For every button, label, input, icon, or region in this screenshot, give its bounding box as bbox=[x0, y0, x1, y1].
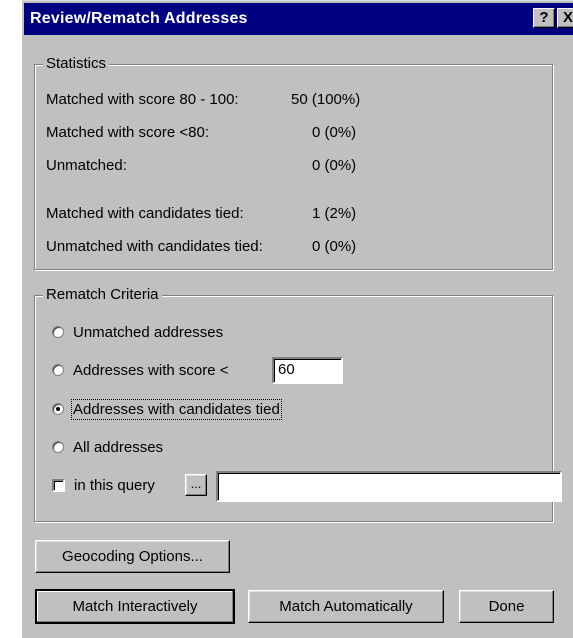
radio-label: All addresses bbox=[73, 438, 164, 456]
stat-value: 0 (0%) bbox=[312, 124, 357, 141]
criteria-legend: Rematch Criteria bbox=[43, 286, 162, 304]
radio-unmatched-addresses[interactable]: Unmatched addresses bbox=[52, 322, 223, 342]
stat-value: 1 (2%) bbox=[312, 205, 357, 222]
match-interactively-label: Match Interactively bbox=[72, 598, 198, 615]
query-browse-button[interactable]: ... bbox=[185, 474, 207, 496]
help-icon[interactable]: ? bbox=[533, 8, 555, 28]
stat-label: Unmatched: bbox=[46, 157, 127, 174]
close-icon[interactable]: X bbox=[557, 8, 573, 28]
radio-label: Addresses with score < bbox=[73, 361, 229, 379]
dialog-title: Review/Rematch Addresses bbox=[30, 10, 248, 27]
stat-label: Unmatched with candidates tied: bbox=[46, 238, 263, 255]
rematch-criteria-group: Rematch Criteria Unmatched addresses Add… bbox=[34, 286, 562, 522]
stat-value: 50 (100%) bbox=[291, 91, 361, 108]
done-button[interactable]: Done bbox=[459, 590, 554, 623]
radio-addresses-with-score[interactable]: Addresses with score < bbox=[52, 360, 229, 380]
query-input[interactable] bbox=[216, 471, 562, 502]
stat-label: Matched with candidates tied: bbox=[46, 205, 244, 222]
query-browse-label: ... bbox=[190, 476, 202, 491]
geocoding-options-button[interactable]: Geocoding Options... bbox=[35, 540, 230, 573]
radio-label: Addresses with candidates tied bbox=[71, 398, 282, 420]
match-interactively-button[interactable]: Match Interactively bbox=[35, 589, 235, 624]
review-rematch-dialog: Review/Rematch Addresses ? X Statistics … bbox=[20, 0, 573, 638]
radio-label: Unmatched addresses bbox=[73, 323, 224, 341]
stat-value: 0 (0%) bbox=[312, 238, 357, 255]
query-checkbox[interactable] bbox=[52, 478, 65, 492]
stat-value: 0 (0%) bbox=[312, 157, 357, 174]
radio-button[interactable] bbox=[52, 441, 64, 453]
query-checkbox-label: in this query bbox=[74, 476, 155, 494]
match-automatically-label: Match Automatically bbox=[279, 598, 413, 615]
stat-label: Matched with score 80 - 100: bbox=[46, 91, 239, 108]
statistics-legend: Statistics bbox=[43, 55, 110, 73]
radio-button[interactable] bbox=[52, 326, 64, 338]
radio-button[interactable] bbox=[52, 364, 64, 376]
radio-button[interactable] bbox=[52, 403, 64, 415]
score-threshold-input[interactable]: 60 bbox=[272, 357, 343, 384]
radio-candidates-tied[interactable]: Addresses with candidates tied bbox=[52, 398, 282, 420]
title-bar[interactable]: Review/Rematch Addresses ? X bbox=[24, 3, 573, 35]
radio-all-addresses[interactable]: All addresses bbox=[52, 437, 163, 457]
stat-label: Matched with score <80: bbox=[46, 124, 210, 141]
geocoding-options-label: Geocoding Options... bbox=[62, 548, 203, 565]
query-checkbox-row[interactable]: in this query bbox=[52, 475, 155, 495]
statistics-group: Statistics Matched with score 80 - 100: … bbox=[34, 55, 553, 270]
done-label: Done bbox=[488, 598, 525, 615]
match-automatically-button[interactable]: Match Automatically bbox=[248, 590, 444, 623]
